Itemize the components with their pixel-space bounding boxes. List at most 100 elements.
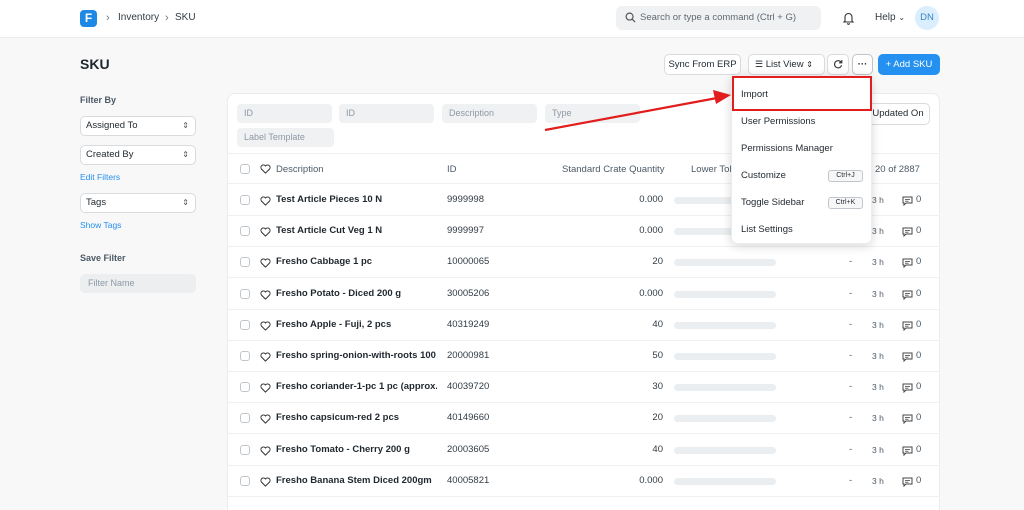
divider	[227, 464, 940, 466]
row-id: 20003605	[447, 443, 490, 455]
filter-name-input[interactable]: Filter Name	[80, 274, 196, 293]
row-lower-tol-bar	[674, 259, 776, 267]
row-comment-count: 0	[916, 443, 922, 455]
row-modified-time: 3 h	[872, 351, 884, 361]
column-lower-tol[interactable]: Lower Tol	[691, 164, 732, 175]
filter-label-template-input[interactable]: Label Template	[237, 128, 334, 147]
breadcrumb-inventory[interactable]: Inventory	[118, 12, 159, 23]
row-crate-qty: 0.000	[639, 474, 663, 486]
heart-icon[interactable]	[260, 289, 271, 303]
select-all-checkbox[interactable]	[240, 164, 250, 174]
column-description[interactable]: Description	[276, 164, 324, 175]
row-description[interactable]: Test Article Cut Veg 1 N	[276, 225, 437, 236]
app-logo[interactable]: F	[80, 10, 97, 27]
row-lower-tol-bar	[674, 446, 776, 454]
row-dash: -	[849, 443, 853, 455]
chevron-down-icon: ⌄	[898, 13, 906, 22]
tags-select[interactable]: Tags ⇕	[80, 193, 196, 213]
row-id: 40005821	[447, 474, 490, 486]
edit-filters-link[interactable]: Edit Filters	[80, 172, 120, 182]
tags-label: Tags	[86, 197, 107, 208]
filter-id-input[interactable]: ID	[237, 104, 332, 123]
row-checkbox[interactable]	[240, 475, 250, 486]
row-id: 40039720	[447, 381, 490, 393]
select-chevron-icon: ⇕	[182, 198, 189, 207]
menu-item-user-permissions[interactable]: User Permissions	[741, 116, 815, 127]
list-view-button[interactable]: ☰ List View ⇕	[748, 54, 825, 75]
show-tags-link[interactable]: Show Tags	[80, 220, 121, 230]
row-checkbox[interactable]	[240, 195, 250, 205]
notification-bell-icon[interactable]	[842, 11, 855, 28]
row-description[interactable]: Fresho Banana Stem Diced 200gm	[276, 475, 437, 486]
comment-icon	[902, 226, 913, 240]
heart-icon[interactable]	[260, 351, 271, 365]
menu-item-list-settings[interactable]: List Settings	[741, 224, 793, 235]
add-sku-button[interactable]: + Add SKU	[878, 54, 940, 75]
row-checkbox[interactable]	[240, 226, 250, 237]
sort-updated-on-button[interactable]: Updated On	[866, 103, 930, 125]
help-label: Help	[875, 12, 896, 23]
row-modified-time: 3 h	[872, 413, 884, 424]
row-modified-time: 3 h	[872, 257, 884, 268]
filter-type-input[interactable]: Type	[545, 104, 640, 123]
row-description[interactable]: Fresho Potato - Diced 200 g	[276, 288, 437, 299]
toggle-sidebar-shortcut: Ctrl+K	[828, 197, 863, 209]
row-description[interactable]: Fresho capsicum-red 2 pcs	[276, 412, 437, 423]
heart-icon[interactable]	[260, 320, 271, 334]
refresh-button[interactable]	[827, 54, 849, 75]
row-id: 10000065	[447, 256, 490, 268]
row-comment-count: 0	[916, 287, 922, 299]
row-comment-count: 0	[916, 256, 922, 268]
heart-icon[interactable]	[260, 195, 271, 209]
row-description[interactable]: Fresho spring-onion-with-roots 100 g	[276, 350, 437, 361]
row-crate-qty: 40	[652, 318, 663, 330]
created-by-select[interactable]: Created By ⇕	[80, 145, 196, 165]
heart-icon[interactable]	[260, 226, 271, 240]
row-checkbox[interactable]	[240, 444, 250, 455]
heart-icon[interactable]	[260, 163, 271, 177]
heart-icon[interactable]	[260, 445, 271, 459]
row-description[interactable]: Fresho Cabbage 1 pc	[276, 256, 437, 267]
filter-description-input[interactable]: Description	[442, 104, 537, 123]
column-crate-qty[interactable]: Standard Crate Quantity	[562, 164, 664, 175]
avatar[interactable]: DN	[915, 6, 939, 30]
heart-icon[interactable]	[260, 413, 271, 427]
heart-icon[interactable]	[260, 476, 271, 490]
row-id: 40149660	[447, 412, 490, 424]
comment-icon	[902, 382, 913, 396]
breadcrumb-sku[interactable]: SKU	[175, 12, 196, 23]
row-dash: -	[849, 318, 853, 330]
row-checkbox[interactable]	[240, 257, 250, 268]
assigned-to-select[interactable]: Assigned To ⇕	[80, 116, 196, 136]
row-id: 30005206	[447, 287, 490, 299]
menu-item-toggle-sidebar[interactable]: Toggle Sidebar	[741, 197, 804, 208]
search-icon	[625, 12, 636, 26]
row-comment-count: 0	[916, 318, 922, 330]
column-id[interactable]: ID	[447, 164, 457, 175]
row-crate-qty: 20	[652, 256, 663, 268]
heart-icon[interactable]	[260, 382, 271, 396]
filter-id-input-2[interactable]: ID	[339, 104, 434, 123]
row-checkbox[interactable]	[240, 288, 250, 299]
refresh-icon	[833, 60, 843, 72]
sync-from-erp-button[interactable]: Sync From ERP	[664, 54, 741, 75]
row-checkbox[interactable]	[240, 382, 250, 393]
row-description[interactable]: Fresho Tomato - Cherry 200 g	[276, 444, 437, 455]
more-options-button[interactable]: ···	[852, 54, 873, 75]
search-bar[interactable]: Search or type a command (Ctrl + G)	[616, 6, 821, 30]
row-description[interactable]: Fresho Apple - Fuji, 2 pcs	[276, 319, 437, 330]
heart-icon[interactable]	[260, 257, 271, 271]
row-checkbox[interactable]	[240, 351, 250, 361]
row-description[interactable]: Fresho coriander-1-pc 1 pc (approx. 80	[276, 381, 437, 392]
row-id: 9999998	[447, 194, 484, 205]
menu-item-customize[interactable]: Customize	[741, 170, 786, 181]
select-chevron-icon: ⇕	[182, 150, 189, 159]
row-checkbox[interactable]	[240, 413, 250, 424]
row-checkbox[interactable]	[240, 319, 250, 330]
row-lower-tol-bar	[674, 477, 776, 485]
comment-icon	[902, 289, 913, 303]
help-menu[interactable]: Help ⌄	[875, 12, 905, 23]
row-comment-count: 0	[916, 194, 922, 205]
row-description[interactable]: Test Article Pieces 10 N	[276, 194, 437, 205]
menu-item-permissions-manager[interactable]: Permissions Manager	[741, 143, 833, 154]
